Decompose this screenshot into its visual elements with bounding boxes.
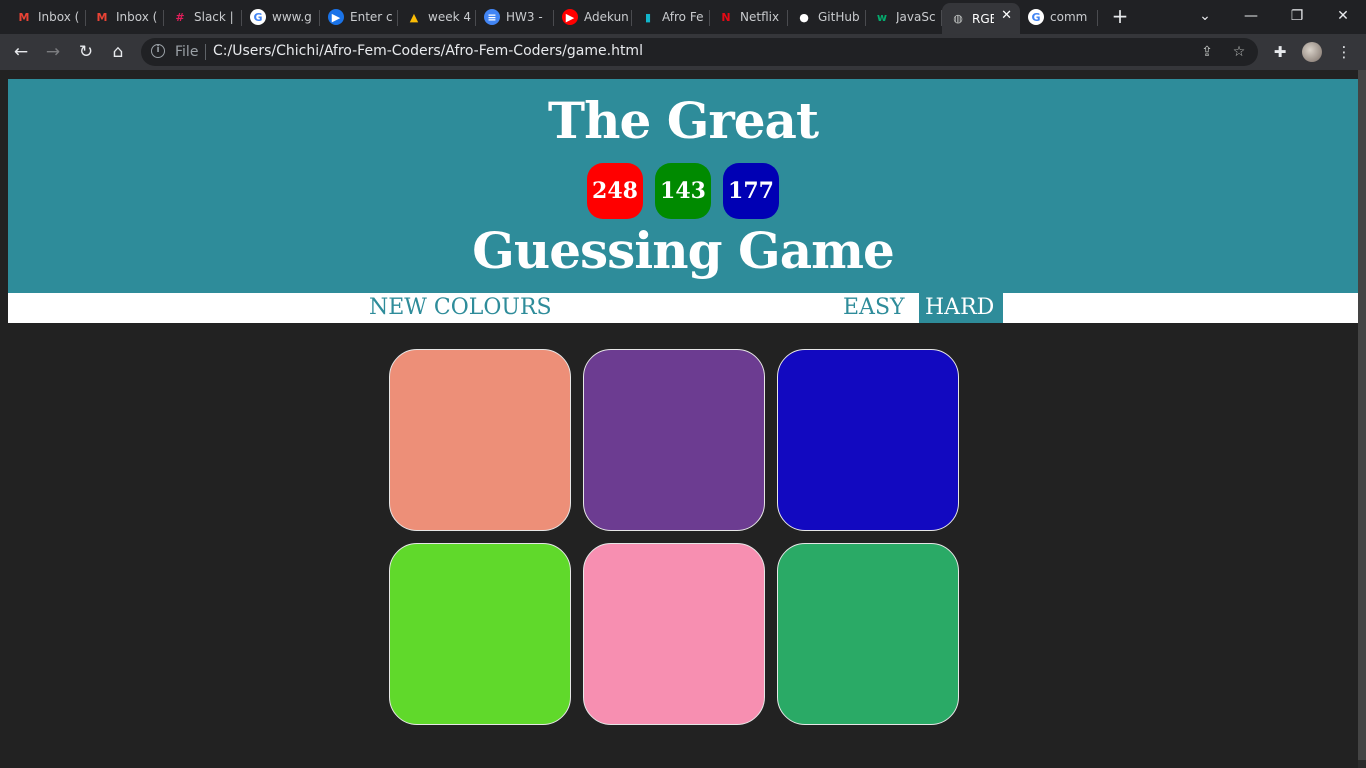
bookmark-star-icon[interactable]: ☆ bbox=[1230, 43, 1248, 61]
minimize-button[interactable]: — bbox=[1228, 0, 1274, 32]
green-value-badge: 143 bbox=[655, 163, 711, 219]
new-tab-button[interactable]: + bbox=[1109, 5, 1131, 27]
colour-squares-grid bbox=[389, 349, 959, 725]
extensions-icon[interactable]: ✚ bbox=[1270, 42, 1290, 62]
restore-button[interactable]: ❐ bbox=[1274, 0, 1320, 32]
tab-title: Inbox ( bbox=[38, 10, 80, 24]
browser-tab[interactable]: ≡ HW3 - bbox=[476, 3, 554, 31]
tab-separator bbox=[1097, 10, 1098, 26]
tab-title: RGB bbox=[972, 11, 994, 26]
browser-tab[interactable]: ● GitHub bbox=[788, 3, 866, 31]
info-icon[interactable]: i bbox=[151, 44, 165, 58]
browser-tab[interactable]: w JavaSc bbox=[866, 3, 942, 31]
github-icon: ● bbox=[799, 10, 809, 24]
colour-square[interactable] bbox=[583, 349, 765, 531]
tab-title: Inbox ( bbox=[116, 10, 158, 24]
browser-tab[interactable]: ▲ week 4 bbox=[398, 3, 476, 31]
google-docs-icon: ≡ bbox=[484, 9, 500, 25]
analytics-icon: ▮ bbox=[644, 10, 652, 24]
page-scrollbar[interactable] bbox=[1358, 70, 1366, 768]
game-header: The Great 248 143 177 Guessing Game bbox=[8, 79, 1358, 293]
easy-mode-button[interactable]: EASY bbox=[837, 293, 911, 323]
profile-avatar[interactable] bbox=[1302, 42, 1322, 62]
browser-menu-icon[interactable]: ⋮ bbox=[1334, 42, 1354, 62]
browser-tab[interactable]: # Slack | bbox=[164, 3, 242, 31]
reload-button[interactable]: ↻ bbox=[74, 40, 98, 64]
browser-tab[interactable]: ◍ RGB ✕ bbox=[942, 3, 1020, 34]
tab-title: www.g bbox=[272, 10, 312, 24]
play-icon: ▶ bbox=[328, 9, 344, 25]
youtube-icon: ▶ bbox=[562, 9, 578, 25]
browser-tab[interactable]: ▶ Adekun bbox=[554, 3, 632, 31]
tab-title: comm bbox=[1050, 10, 1088, 24]
close-window-button[interactable]: ✕ bbox=[1320, 0, 1366, 32]
share-icon[interactable]: ⇪ bbox=[1198, 43, 1216, 61]
address-divider bbox=[205, 44, 206, 60]
controls-stripe: NEW COLOURS EASY HARD bbox=[8, 293, 1358, 323]
google-icon: G bbox=[1028, 9, 1044, 25]
browser-tab[interactable]: N Netflix bbox=[710, 3, 788, 31]
game-page: The Great 248 143 177 Guessing Game NEW … bbox=[8, 70, 1358, 768]
colour-square[interactable] bbox=[583, 543, 765, 725]
browser-tab[interactable]: ▮ Afro Fe bbox=[632, 3, 710, 31]
colour-square[interactable] bbox=[777, 349, 959, 531]
tab-title: week 4 bbox=[428, 10, 471, 24]
rgb-display: 248 143 177 bbox=[8, 163, 1358, 219]
browser-toolbar: ← → ↻ ⌂ i File C:/Users/Chichi/Afro-Fem-… bbox=[0, 34, 1366, 70]
browser-tab[interactable]: M Inbox ( bbox=[86, 3, 164, 31]
title-the-great: The Great bbox=[547, 91, 819, 150]
tab-title: Slack | bbox=[194, 10, 234, 24]
google-icon: G bbox=[250, 9, 266, 25]
tab-search-button[interactable]: ⌄ bbox=[1182, 0, 1228, 32]
tab-title: JavaSc bbox=[896, 10, 936, 24]
back-button[interactable]: ← bbox=[9, 40, 33, 64]
tab-title: Netflix bbox=[740, 10, 780, 24]
slack-icon: # bbox=[175, 10, 185, 24]
browser-tab[interactable]: ▶ Enter c bbox=[320, 3, 398, 31]
red-value-badge: 248 bbox=[587, 163, 643, 219]
colour-square[interactable] bbox=[777, 543, 959, 725]
gmail-icon: M bbox=[96, 10, 108, 24]
title-guessing-game: Guessing Game bbox=[472, 221, 895, 280]
tab-title: GitHub bbox=[818, 10, 860, 24]
gmail-icon: M bbox=[18, 10, 30, 24]
scheme-label: File bbox=[175, 44, 199, 60]
blue-value-badge: 177 bbox=[723, 163, 779, 219]
hard-mode-button[interactable]: HARD bbox=[919, 293, 1003, 323]
forward-button[interactable]: → bbox=[41, 40, 65, 64]
tab-title: Afro Fe bbox=[662, 10, 704, 24]
tab-title: Adekun bbox=[584, 10, 629, 24]
browser-tab[interactable]: Gwww.g bbox=[242, 3, 320, 31]
home-button[interactable]: ⌂ bbox=[106, 40, 130, 64]
url-text[interactable]: C:/Users/Chichi/Afro-Fem-Coders/Afro-Fem… bbox=[213, 43, 643, 59]
address-bar[interactable]: i File C:/Users/Chichi/Afro-Fem-Coders/A… bbox=[141, 38, 1258, 66]
browser-tab[interactable]: Gcomm bbox=[1020, 3, 1098, 31]
close-tab-icon[interactable]: ✕ bbox=[1001, 8, 1012, 23]
colour-square[interactable] bbox=[389, 543, 571, 725]
w3schools-icon: w bbox=[876, 10, 888, 24]
scrollbar-thumb[interactable] bbox=[1358, 70, 1366, 760]
globe-icon: ◍ bbox=[953, 12, 963, 25]
colour-square[interactable] bbox=[389, 349, 571, 531]
netflix-icon: N bbox=[721, 10, 731, 24]
tab-title: Enter c bbox=[350, 10, 393, 24]
new-colours-button[interactable]: NEW COLOURS bbox=[363, 293, 558, 323]
browser-tab-strip: M Inbox ( M Inbox ( # Slack | Gwww.g ▶ Enter c ▲ w… bbox=[0, 0, 1366, 34]
tab-title: HW3 - bbox=[506, 10, 543, 24]
browser-tab[interactable]: M Inbox ( bbox=[8, 3, 86, 31]
google-drive-icon: ▲ bbox=[409, 10, 419, 24]
